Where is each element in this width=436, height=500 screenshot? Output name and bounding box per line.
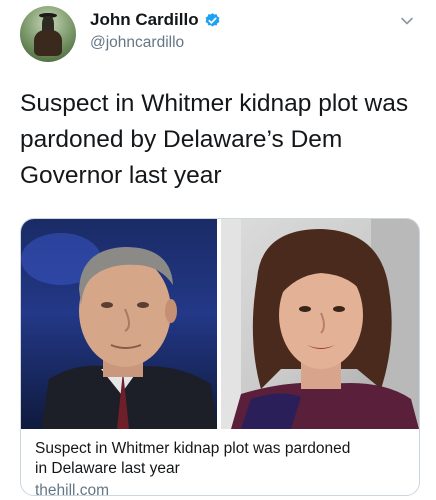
card-media[interactable] [21, 219, 419, 429]
chevron-down-icon[interactable] [400, 14, 414, 28]
card-domain[interactable]: thehill.com [35, 481, 407, 495]
author-avatar[interactable] [20, 6, 76, 62]
tweet-text-line: pardoned by Delaware’s Dem [20, 126, 343, 153]
card-title-line[interactable]: Suspect in Whitmer kidnap plot was pardo… [35, 439, 407, 459]
photo-woman-portrait [221, 219, 419, 429]
verified-badge-icon [205, 12, 220, 27]
tweet-text-line: Governor last year [20, 162, 222, 189]
woman-portrait-illustration [221, 219, 419, 429]
card-text[interactable]: Suspect in Whitmer kidnap plot was pardo… [35, 439, 407, 495]
author-name[interactable]: John Cardillo [90, 10, 199, 30]
avatar-horse-shape [34, 30, 62, 56]
photo-man-portrait [21, 219, 217, 429]
card-title-line[interactable]: in Delaware last year [35, 459, 407, 479]
link-preview-card[interactable]: Suspect in Whitmer kidnap plot was pardo… [20, 218, 420, 496]
author-name-row[interactable]: John Cardillo [90, 10, 221, 30]
man-portrait-illustration [21, 233, 217, 429]
tweet-header: John Cardillo @johncardillo [0, 0, 436, 70]
tweet-text: Suspect in Whitmer kidnap plot was pardo… [20, 86, 420, 194]
author-handle[interactable]: @johncardillo [90, 34, 184, 52]
tweet-text-line: Suspect in Whitmer kidnap plot was [20, 90, 409, 117]
card-title[interactable]: Suspect in Whitmer kidnap plot was pardo… [35, 439, 407, 479]
